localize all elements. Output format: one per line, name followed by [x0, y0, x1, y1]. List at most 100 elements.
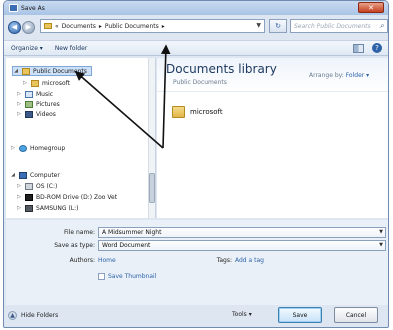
authors-label: Authors: [69, 257, 95, 264]
navigation-scrollbar[interactable] [148, 58, 155, 218]
save-button[interactable]: Save [278, 307, 322, 323]
save-as-type-dropdown[interactable]: Word Document ▼ [98, 240, 386, 251]
expand-twisty-icon[interactable]: ▷ [16, 194, 22, 200]
expand-twisty-icon[interactable]: ▷ [16, 101, 22, 107]
search-input[interactable]: Search Public Documents ⌕ [290, 19, 388, 33]
save-options-panel: File name: A Midsummer Night ▼ Save as t… [6, 220, 388, 305]
navigation-bar: ◀ ▶ « Documents ▸ Public Documents ▸ ▼ ↻… [4, 16, 388, 38]
address-bar[interactable]: « Documents ▸ Public Documents ▸ ▼ [40, 19, 265, 33]
expand-twisty-icon[interactable]: ◢ [10, 172, 16, 178]
tools-label: Tools [232, 311, 247, 318]
tree-item-bd-rom-drive[interactable]: ▷ BD-ROM Drive (D:) Zoo Vet [16, 192, 117, 202]
save-as-dialog: Save As ✕ ◀ ▶ « Documents ▸ Public Docum… [3, 0, 389, 328]
tree-item-label: Public Documents [33, 67, 87, 75]
videos-icon [25, 110, 33, 118]
expand-twisty-icon[interactable]: ◢ [13, 68, 19, 74]
music-icon [25, 90, 33, 98]
close-button[interactable]: ✕ [358, 2, 384, 13]
tree-item-computer[interactable]: ◢ Computer [10, 170, 60, 180]
new-folder-button[interactable]: New folder [55, 45, 87, 52]
expand-twisty-icon[interactable]: ▷ [22, 80, 28, 86]
tree-item-label: BD-ROM Drive (D:) Zoo Vet [36, 193, 118, 201]
file-name-label: File name: [64, 229, 95, 236]
disk-icon [25, 182, 33, 190]
back-button[interactable]: ◀ [8, 20, 21, 34]
chevron-down-icon[interactable]: ▼ [379, 229, 383, 235]
chevron-up-icon: ▲ [8, 311, 17, 320]
tree-item-os-drive[interactable]: ▷ OS (C:) [16, 181, 57, 191]
file-name-field[interactable]: A Midsummer Night ▼ [98, 227, 386, 238]
tree-item-music[interactable]: ▷ Music [16, 89, 53, 99]
hide-folders-label: Hide Folders [21, 312, 59, 319]
hide-folders-button[interactable]: ▲ Hide Folders [8, 311, 58, 320]
address-prefix: « [55, 22, 59, 30]
file-name-value: A Midsummer Night [102, 229, 162, 236]
arrange-dropdown[interactable]: Folder ▾ [346, 72, 369, 79]
expand-twisty-icon[interactable]: ▷ [10, 145, 16, 151]
cancel-button[interactable]: Cancel [334, 307, 378, 323]
scrollbar-thumb[interactable] [149, 173, 155, 203]
dialog-footer: ▲ Hide Folders Tools ▾ Save Cancel [6, 305, 388, 327]
computer-icon [19, 171, 27, 179]
app-icon [9, 4, 18, 12]
tree-item-homegroup[interactable]: ▷ Homegroup [10, 143, 65, 153]
search-icon[interactable]: ⌕ [380, 21, 384, 31]
tree-item-samsung-drive[interactable]: ▷ SAMSUNG (L:) [16, 203, 79, 213]
usb-icon [25, 204, 33, 212]
tree-item-label: Music [36, 90, 54, 98]
help-icon[interactable]: ? [372, 43, 382, 53]
save-thumbnail-option[interactable]: Save Thumbnail [98, 273, 156, 280]
search-placeholder: Search Public Documents [294, 22, 371, 30]
tools-button[interactable]: Tools ▾ [232, 311, 252, 318]
folder-icon [44, 23, 52, 29]
homegroup-icon [19, 144, 27, 152]
tags-label: Tags: [216, 257, 232, 264]
toolbar: Organize ▾ New folder ? [4, 40, 388, 56]
organize-button[interactable]: Organize ▾ [11, 45, 43, 52]
library-title: Documents library [166, 62, 277, 76]
folder-icon [31, 79, 39, 87]
tree-item-label: Videos [36, 110, 56, 118]
tree-item-label: OS (C:) [36, 182, 58, 190]
save-as-type-label: Save as type: [54, 242, 95, 249]
tree-item-public-documents[interactable]: ◢ Public Documents [12, 66, 92, 76]
navigation-pane: ◢ Public Documents ▷ microsoft ▷ Music ▷… [6, 58, 156, 218]
tree-item-pictures[interactable]: ▷ Pictures [16, 99, 60, 109]
tree-item-label: Computer [30, 171, 60, 179]
authors-field[interactable]: Home [98, 257, 116, 264]
dvd-icon [25, 193, 33, 201]
expand-twisty-icon[interactable]: ▷ [16, 111, 22, 117]
tree-item-microsoft[interactable]: ▷ microsoft [22, 78, 70, 88]
save-as-type-value: Word Document [102, 242, 151, 249]
expand-twisty-icon[interactable]: ▷ [16, 91, 22, 97]
refresh-button[interactable]: ↻ [269, 19, 287, 33]
chevron-down-icon[interactable]: ▼ [256, 22, 261, 29]
arrange-by: Arrange by: Folder ▾ [309, 72, 369, 79]
window-title: Save As [21, 4, 45, 12]
breadcrumb-public-documents[interactable]: Public Documents [105, 23, 159, 30]
chevron-down-icon[interactable]: ▼ [379, 242, 383, 248]
tree-item-videos[interactable]: ▷ Videos [16, 109, 56, 119]
expand-twisty-icon[interactable]: ▷ [16, 205, 22, 211]
breadcrumb-separator[interactable]: ▸ [162, 23, 165, 30]
title-bar: Save As ✕ [4, 1, 388, 15]
file-item-microsoft[interactable]: microsoft [172, 106, 223, 118]
tree-item-label: Pictures [36, 100, 60, 108]
save-thumbnail-checkbox[interactable] [98, 273, 105, 280]
library-subtitle[interactable]: Public Documents [173, 79, 227, 86]
tags-field[interactable]: Add a tag [235, 257, 264, 264]
tree-item-label: SAMSUNG (L:) [36, 204, 79, 212]
tree-item-label: microsoft [42, 79, 70, 87]
breadcrumb-documents[interactable]: Documents [62, 23, 96, 30]
save-thumbnail-label: Save Thumbnail [108, 273, 157, 280]
tree-item-label: Homegroup [30, 144, 66, 152]
library-header: Documents library Public Documents Arran… [157, 58, 388, 92]
forward-button[interactable]: ▶ [22, 20, 35, 34]
file-item-label: microsoft [190, 108, 223, 116]
views-icon[interactable] [353, 43, 364, 53]
pictures-icon [25, 100, 33, 108]
folder-icon [172, 106, 185, 118]
breadcrumb-separator[interactable]: ▸ [99, 23, 102, 30]
file-list-pane: Documents library Public Documents Arran… [157, 58, 388, 218]
expand-twisty-icon[interactable]: ▷ [16, 183, 22, 189]
